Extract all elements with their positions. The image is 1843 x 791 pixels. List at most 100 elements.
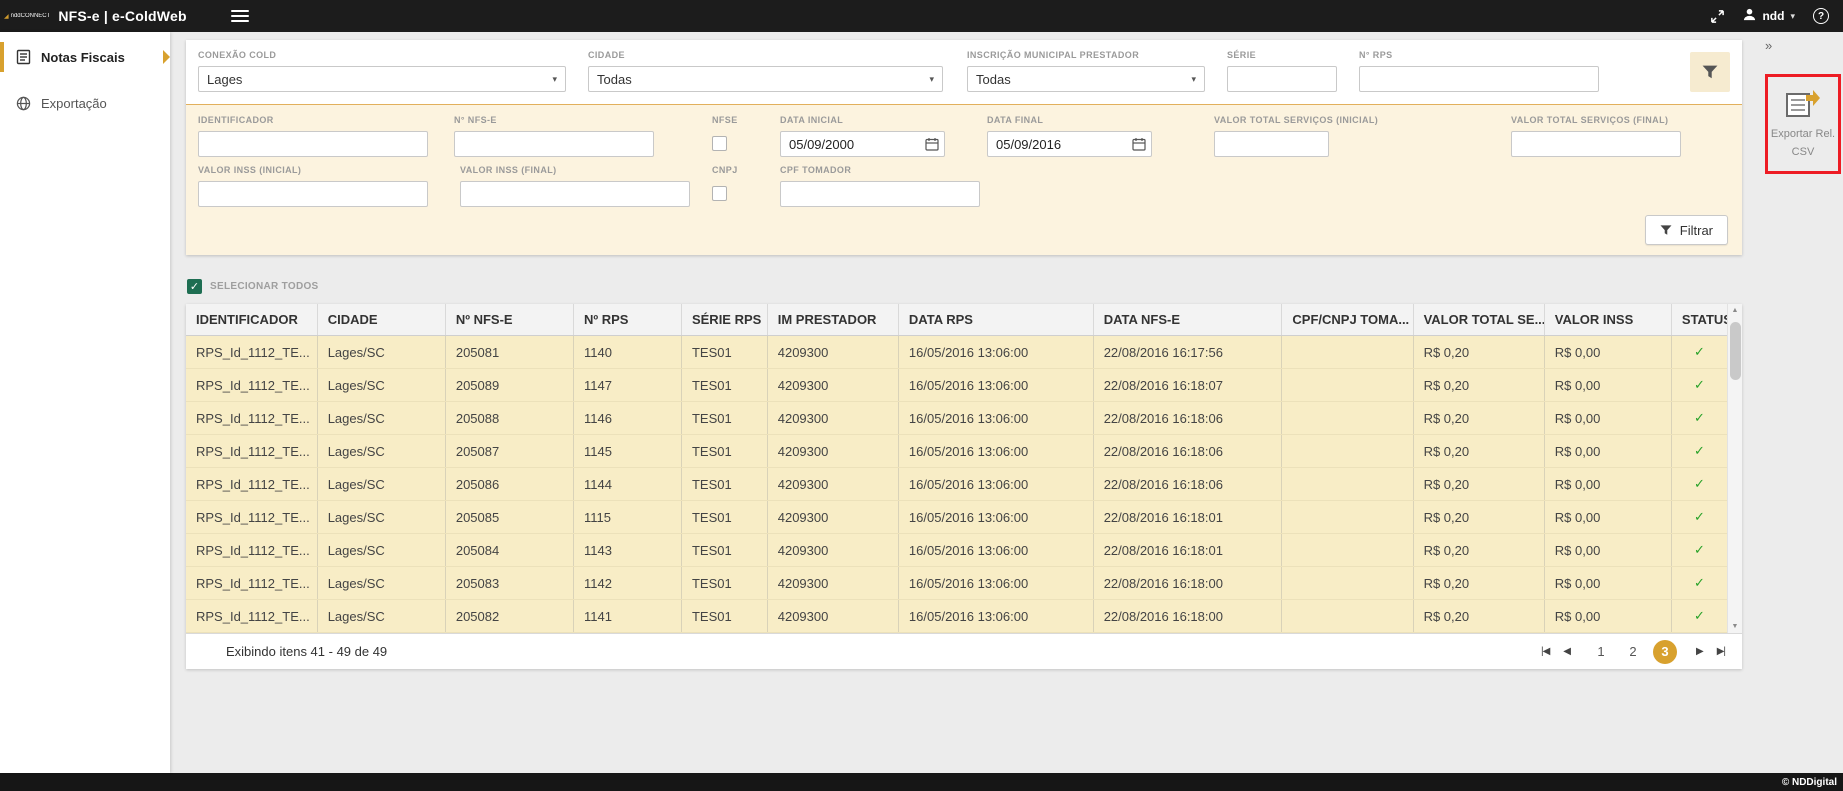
data-final-input[interactable]: [987, 131, 1152, 157]
table-row[interactable]: RPS_Id_1112_TE... Lages/SC 205085 1115 T…: [186, 501, 1727, 534]
field-label: VALOR TOTAL SERVIÇOS (INICIAL): [1214, 115, 1506, 125]
menu-icon[interactable]: [231, 7, 249, 25]
sidebar-item-exportacao[interactable]: Exportação: [0, 86, 170, 120]
column-header[interactable]: STATUS: [1671, 304, 1727, 336]
table-scrollbar[interactable]: ▲ ▼: [1727, 304, 1742, 633]
cpf-tomador-input[interactable]: [780, 181, 980, 207]
username-label: ndd: [1762, 9, 1784, 23]
sidebar-item-notas-fiscais[interactable]: Notas Fiscais: [0, 40, 170, 74]
nnfse-field: N° NFS-E: [454, 115, 654, 157]
column-header[interactable]: Nº NFS-E: [445, 304, 573, 336]
filtrar-button[interactable]: Filtrar: [1645, 215, 1728, 245]
globe-icon: [16, 96, 31, 111]
nfse-checkbox[interactable]: [712, 136, 727, 151]
cell-cidade: Lages/SC: [317, 402, 445, 435]
table-row[interactable]: RPS_Id_1112_TE... Lages/SC 205084 1143 T…: [186, 534, 1727, 567]
cell-identificador: RPS_Id_1112_TE...: [186, 534, 317, 567]
nnfse-input[interactable]: [454, 131, 654, 157]
field-label: CNPJ: [712, 165, 752, 175]
export-csv-button[interactable]: Exportar Rel. CSV: [1769, 87, 1837, 162]
cell-cidade: Lages/SC: [317, 369, 445, 402]
table-row[interactable]: RPS_Id_1112_TE... Lages/SC 205086 1144 T…: [186, 468, 1727, 501]
fullscreen-icon[interactable]: [1710, 9, 1725, 24]
cell-valor-total: R$ 0,20: [1413, 435, 1544, 468]
user-menu[interactable]: ndd ▾: [1743, 8, 1795, 24]
field-label: SÉRIE: [1227, 50, 1337, 60]
cell-rps: 1146: [574, 402, 682, 435]
scroll-up-icon[interactable]: ▲: [1732, 307, 1739, 314]
field-label: N° NFS-E: [454, 115, 654, 125]
table-row[interactable]: RPS_Id_1112_TE... Lages/SC 205089 1147 T…: [186, 369, 1727, 402]
column-header[interactable]: DATA NFS-E: [1093, 304, 1282, 336]
collapse-panel-icon[interactable]: »: [1758, 36, 1778, 53]
field-label: INSCRIÇÃO MUNICIPAL PRESTADOR: [967, 50, 1205, 60]
cell-valor-inss: R$ 0,00: [1544, 468, 1671, 501]
cell-rps: 1142: [574, 567, 682, 600]
table-body: RPS_Id_1112_TE... Lages/SC 205081 1140 T…: [186, 336, 1727, 633]
cell-cpf-cnpj: [1282, 501, 1413, 534]
calendar-icon[interactable]: [1132, 137, 1146, 151]
last-page-icon[interactable]: ▶|: [1714, 646, 1728, 657]
scroll-down-icon[interactable]: ▼: [1732, 623, 1739, 630]
column-header[interactable]: IM PRESTADOR: [767, 304, 898, 336]
first-page-icon[interactable]: |◀: [1538, 646, 1552, 657]
filter-row-1: IDENTIFICADOR N° NFS-E NFSE DATA IN: [198, 115, 1728, 157]
cell-nfse: 205083: [445, 567, 573, 600]
column-header[interactable]: CIDADE: [317, 304, 445, 336]
serie-field: SÉRIE: [1227, 50, 1337, 92]
cnpj-checkbox[interactable]: [712, 186, 727, 201]
table-row[interactable]: RPS_Id_1112_TE... Lages/SC 205087 1145 T…: [186, 435, 1727, 468]
cell-rps: 1147: [574, 369, 682, 402]
inscricao-municipal-select[interactable]: Todas ▾: [967, 66, 1205, 92]
status-check-icon: ✓: [1671, 534, 1727, 567]
prev-page-icon[interactable]: ◀: [1560, 646, 1573, 657]
status-check-icon: ✓: [1671, 336, 1727, 369]
table-row[interactable]: RPS_Id_1112_TE... Lages/SC 205083 1142 T…: [186, 567, 1727, 600]
cell-rps: 1140: [574, 336, 682, 369]
status-check-icon: ✓: [1671, 501, 1727, 534]
cidade-select[interactable]: Todas ▾: [588, 66, 943, 92]
cell-nfse: 205089: [445, 369, 573, 402]
cell-identificador: RPS_Id_1112_TE...: [186, 567, 317, 600]
serie-input[interactable]: [1227, 66, 1337, 92]
cell-data-nfse: 22/08/2016 16:18:06: [1093, 402, 1282, 435]
cell-valor-inss: R$ 0,00: [1544, 369, 1671, 402]
column-header[interactable]: VALOR INSS: [1544, 304, 1671, 336]
invoices-table: IDENTIFICADORCIDADENº NFS-ENº RPSSÉRIE R…: [186, 304, 1727, 633]
valor-inss-final-input[interactable]: [460, 181, 690, 207]
column-header[interactable]: Nº RPS: [574, 304, 682, 336]
cell-identificador: RPS_Id_1112_TE...: [186, 369, 317, 402]
valor-total-final-input[interactable]: [1511, 131, 1681, 157]
table-row[interactable]: RPS_Id_1112_TE... Lages/SC 205081 1140 T…: [186, 336, 1727, 369]
table-row[interactable]: RPS_Id_1112_TE... Lages/SC 205088 1146 T…: [186, 402, 1727, 435]
column-header[interactable]: IDENTIFICADOR: [186, 304, 317, 336]
select-all-checkbox[interactable]: ✓: [187, 279, 202, 294]
page-button[interactable]: 2: [1621, 640, 1645, 664]
table-wrap: IDENTIFICADORCIDADENº NFS-ENº RPSSÉRIE R…: [186, 304, 1742, 633]
table-row[interactable]: RPS_Id_1112_TE... Lages/SC 205082 1141 T…: [186, 600, 1727, 633]
nrps-input[interactable]: [1359, 66, 1599, 92]
cell-nfse: 205082: [445, 600, 573, 633]
page-button[interactable]: 1: [1589, 640, 1613, 664]
identificador-input[interactable]: [198, 131, 428, 157]
filter-actions: Filtrar: [198, 215, 1728, 245]
column-header[interactable]: DATA RPS: [898, 304, 1093, 336]
scrollbar-thumb[interactable]: [1730, 322, 1741, 380]
column-header[interactable]: CPF/CNPJ TOMA...: [1282, 304, 1413, 336]
calendar-icon[interactable]: [925, 137, 939, 151]
data-inicial-input[interactable]: [780, 131, 945, 157]
valor-inss-inicial-input[interactable]: [198, 181, 428, 207]
help-icon[interactable]: ?: [1813, 8, 1829, 24]
select-value: Lages: [207, 72, 242, 87]
column-header[interactable]: SÉRIE RPS: [681, 304, 767, 336]
column-header[interactable]: VALOR TOTAL SE...: [1413, 304, 1544, 336]
filter-toggle-button[interactable]: [1690, 52, 1730, 92]
nfse-check-field: NFSE: [712, 115, 752, 151]
page-button[interactable]: 3: [1653, 640, 1677, 664]
cell-nfse: 205081: [445, 336, 573, 369]
conexao-cold-select[interactable]: Lages ▾: [198, 66, 566, 92]
cell-cidade: Lages/SC: [317, 567, 445, 600]
next-page-icon[interactable]: ▶: [1693, 646, 1706, 657]
valor-total-inicial-input[interactable]: [1214, 131, 1329, 157]
cell-im-prestador: 4209300: [767, 600, 898, 633]
